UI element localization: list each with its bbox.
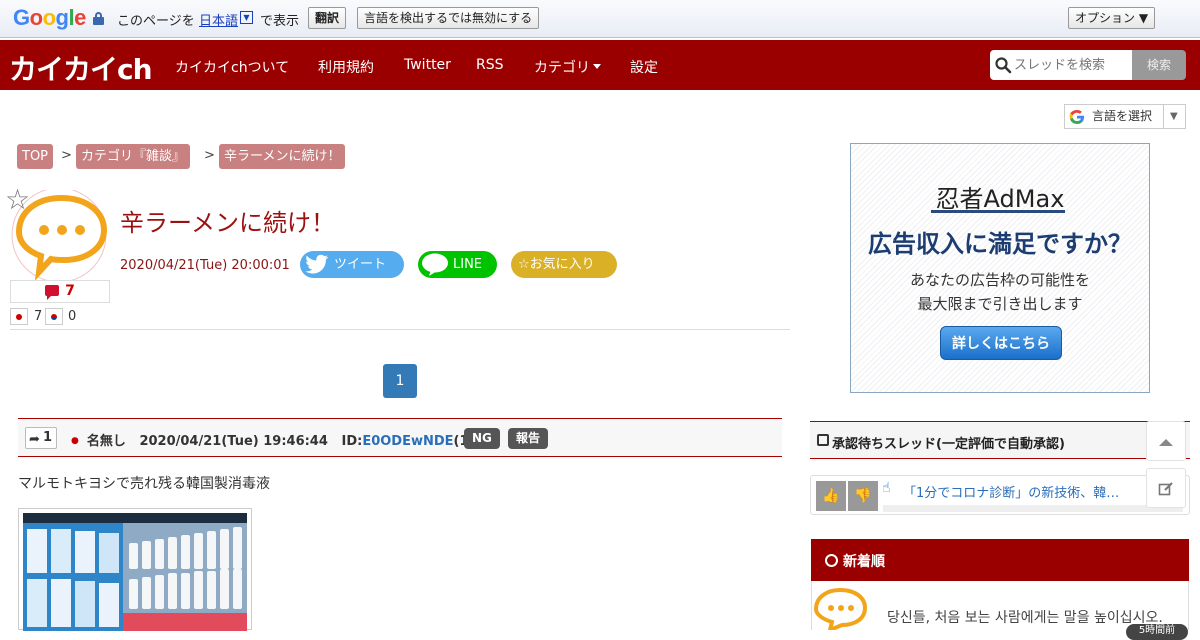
breadcrumb-separator: > xyxy=(204,148,215,163)
ad-subtext: あなたの広告枠の可能性を 最大限まで引き出します xyxy=(851,268,1149,316)
search-button[interactable]: 検索 xyxy=(1132,50,1186,80)
ad-banner[interactable]: 忍者AdMax 広告収入に満足ですか？ あなたの広告枠の可能性を 最大限まで引き… xyxy=(850,143,1150,393)
kr-count: 0 xyxy=(68,309,77,324)
report-button[interactable]: 報告 xyxy=(508,428,549,449)
translate-bar: Google このページを 日本語 ▼ で表示 翻訳 言語を検出するでは無効にす… xyxy=(0,0,1200,38)
nav-settings[interactable]: 設定 xyxy=(630,57,658,77)
thumbs-up-icon[interactable]: 👍 xyxy=(816,481,846,511)
newest-title: 新着順 xyxy=(843,554,885,570)
nav-category[interactable]: カテゴリ xyxy=(534,57,601,77)
tweet-button[interactable]: ツイート xyxy=(300,251,404,278)
ad-cta-button[interactable]: 詳しくはこちら xyxy=(940,326,1062,360)
google-logo: Google xyxy=(13,5,86,30)
thumbs-down-icon[interactable]: 👎 xyxy=(848,481,878,511)
translate-suffix: で表示 xyxy=(260,14,300,29)
line-button[interactable]: LINE xyxy=(418,251,497,278)
nav-twitter[interactable]: Twitter xyxy=(404,57,451,73)
chevron-up-icon xyxy=(1159,439,1173,446)
caret-down-icon xyxy=(593,64,601,69)
thread-title: 辛ラーメンに続け！ xyxy=(120,209,336,237)
search-input[interactable] xyxy=(1014,54,1129,76)
thread-datetime: 2020/04/21(Tue) 20:00:01 xyxy=(120,258,290,273)
pending-thread-item: 👍 👎 ☝ 「1分でコロナ診断」の新技術、韓… xyxy=(810,475,1190,515)
ad-brand: 忍者AdMax xyxy=(935,185,1065,213)
post-meta: ● 名無し 2020/04/21(Tue) 19:46:44 ID:E0ODEwN… xyxy=(71,430,488,449)
jp-count: 7 xyxy=(34,309,43,324)
search-icon xyxy=(995,57,1012,74)
translate-prefix: このページを xyxy=(117,14,195,29)
post-datetime: 2020/04/21(Tue) 19:46:44 xyxy=(139,434,328,449)
translate-button[interactable]: 翻訳 xyxy=(308,7,347,29)
tweet-label: ツイート xyxy=(334,257,387,272)
ad-line-1: あなたの広告枠の可能性を xyxy=(909,271,1090,289)
edit-button[interactable] xyxy=(1146,468,1186,508)
newest-item[interactable]: 당신들, 처음 보는 사람에게는 말을 높이십시오. 5時間前 xyxy=(811,581,1189,640)
ad-line-2: 最大限まで引き出します xyxy=(917,295,1083,313)
reply-arrow-icon: ➦ xyxy=(29,432,40,447)
clock-icon xyxy=(825,554,838,567)
ng-button[interactable]: NG xyxy=(464,428,500,449)
star-icon[interactable]: ☆ xyxy=(5,185,30,215)
approval-progress-bar xyxy=(883,505,1183,512)
breadcrumb-separator: > xyxy=(61,148,72,163)
nav-rss[interactable]: RSS xyxy=(476,57,504,73)
ad-headline: 広告収入に満足ですか？ xyxy=(868,230,1132,258)
twitter-bird-icon xyxy=(305,254,329,274)
favorite-button[interactable]: ☆お気に入り xyxy=(511,251,617,278)
pointer-icon: ☝ xyxy=(882,480,891,496)
nav-terms[interactable]: 利用規約 xyxy=(318,57,374,77)
divider xyxy=(10,329,790,330)
breadcrumb-category[interactable]: カテゴリ『雑談』 xyxy=(76,144,191,169)
google-g-icon xyxy=(1069,110,1084,124)
post-body: マルモトキヨシで売れ残る韓国製消毒液 xyxy=(18,476,270,492)
language-select-label: 言語を選択 xyxy=(1092,109,1153,123)
line-label: LINE xyxy=(453,257,483,272)
check-square-icon xyxy=(817,434,829,446)
ad-brand-underline xyxy=(931,210,1065,213)
edit-icon xyxy=(1158,482,1173,496)
site-header: カイカイch カイカイchついて 利用規約 Twitter RSS カテゴリ 設… xyxy=(0,40,1200,90)
page-button-1[interactable]: 1 xyxy=(383,364,417,398)
response-count: 7 xyxy=(10,280,110,303)
nav-about[interactable]: カイカイchついて xyxy=(175,57,289,77)
translate-language-link[interactable]: 日本語 xyxy=(199,10,238,29)
site-logo[interactable]: カイカイch xyxy=(9,48,153,88)
post-image[interactable] xyxy=(18,508,252,631)
post-name: 名無し xyxy=(86,434,126,449)
nav-category-label: カテゴリ xyxy=(534,60,590,76)
pending-threads-title: 承認待ちスレッド(一定評価で自動承認) xyxy=(832,437,1065,452)
newest-item-title: 당신들, 처음 보는 사람에게는 말을 높이십시오. xyxy=(887,610,1163,626)
post-photo xyxy=(23,513,247,631)
time-badge: 5時間前 xyxy=(1126,624,1188,640)
language-select[interactable]: 言語を選択 ▼ xyxy=(1064,104,1186,129)
reply-button[interactable]: ➦ 1 xyxy=(25,427,57,449)
post-id-label: ID: xyxy=(341,434,363,449)
newest-header: 新着順 xyxy=(811,539,1189,581)
language-dropdown-icon[interactable]: ▼ xyxy=(240,11,253,24)
korea-flag-icon xyxy=(45,308,63,325)
post-id-link[interactable]: E0ODEwNDE xyxy=(362,434,453,449)
search-box xyxy=(990,50,1132,80)
chevron-down-icon: ▼ xyxy=(1163,105,1178,128)
breadcrumb-thread[interactable]: 辛ラーメンに続け！ xyxy=(219,144,346,169)
status-dot-icon: ● xyxy=(71,436,79,446)
lock-icon xyxy=(93,12,104,25)
post-number: 1 xyxy=(42,430,52,445)
breadcrumb-top[interactable]: TOP xyxy=(17,144,54,169)
line-icon xyxy=(422,253,448,276)
pending-threads-header: 承認待ちスレッド(一定評価で自動承認) xyxy=(810,421,1190,459)
response-count-value: 7 xyxy=(65,283,75,299)
scroll-top-button[interactable] xyxy=(1146,421,1186,461)
comment-icon xyxy=(45,285,60,300)
japan-flag-icon xyxy=(10,308,28,325)
thread-avatar-small xyxy=(813,587,868,630)
translate-options-button[interactable]: オプション ▼ xyxy=(1068,7,1156,29)
pending-thread-link[interactable]: 「1分でコロナ診断」の新技術、韓… xyxy=(903,482,1168,501)
post-header: ➦ 1 ● 名無し 2020/04/21(Tue) 19:46:44 ID:E0OD… xyxy=(18,418,782,457)
disable-translate-button[interactable]: 言語を検出するでは無効にする xyxy=(357,7,540,29)
